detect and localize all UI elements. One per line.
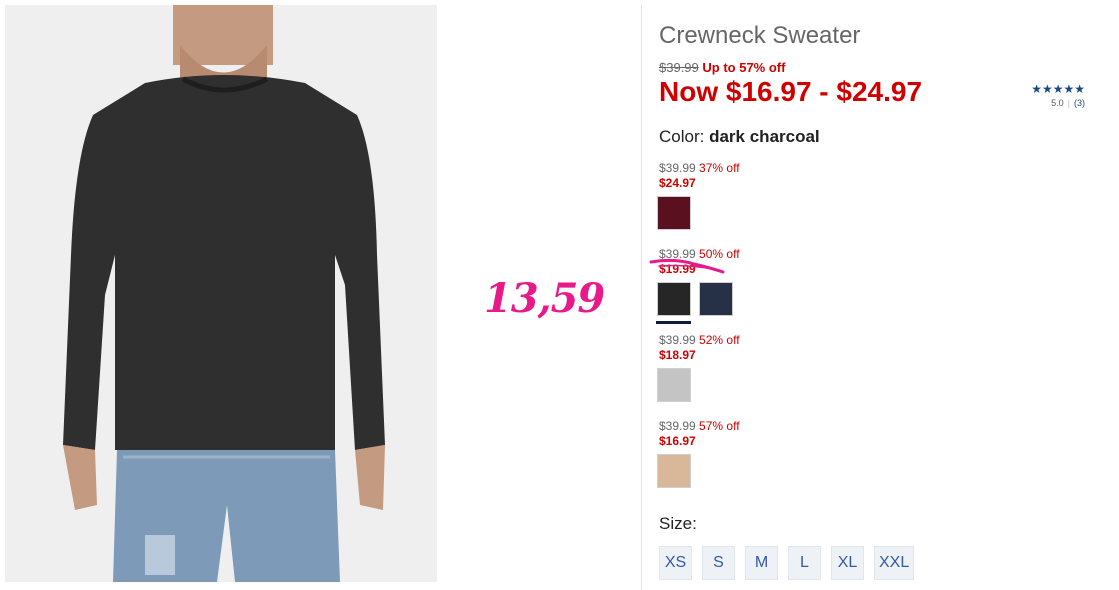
rating-separator: | [1067, 98, 1070, 108]
product-info-panel: Crewneck Sweater $39.99 Up to 57% off No… [649, 0, 1109, 590]
rating-stars: ★★★★★ [1031, 82, 1085, 96]
size-label: Size: [659, 514, 697, 533]
panel-divider [641, 5, 642, 590]
rating-score: 5.0 [1051, 98, 1064, 108]
color-label: Color: [659, 127, 705, 146]
size-xl-button[interactable]: XL [831, 546, 864, 580]
swatch-camel[interactable] [657, 454, 691, 488]
rating[interactable]: ★★★★★ 5.0 | (3) [1031, 82, 1085, 108]
percent-off: 37% off [699, 161, 740, 175]
percent-off: 52% off [699, 333, 740, 347]
size-l-button[interactable]: L [788, 546, 821, 580]
selected-color: Color: dark charcoal [659, 127, 820, 147]
size-m-button[interactable]: M [745, 546, 778, 580]
list-price: $39.99 [659, 60, 699, 75]
swatch-navy[interactable] [699, 282, 733, 316]
swatch-light-grey[interactable] [657, 368, 691, 402]
product-image [5, 5, 437, 582]
original-price: $39.99 [659, 419, 696, 433]
handwritten-price-annotation: 13,59 [484, 275, 605, 322]
sale-price: $16.97 [659, 434, 696, 448]
review-count-link[interactable]: (3) [1074, 98, 1085, 108]
product-title: Crewneck Sweater [659, 22, 861, 49]
size-xs-button[interactable]: XS [659, 546, 692, 580]
selected-swatch-indicator [656, 321, 691, 324]
swatch-dark-charcoal[interactable] [656, 282, 691, 324]
color-value: dark charcoal [709, 127, 820, 146]
size-options: XS S M L XL XXL [659, 546, 915, 580]
percent-off: 57% off [699, 419, 740, 433]
now-price-range: Now $16.97 - $24.97 [659, 76, 923, 107]
original-price: $39.99 [659, 333, 696, 347]
sale-price: $18.97 [659, 348, 696, 362]
discount-summary: Up to 57% off [702, 60, 786, 75]
size-s-button[interactable]: S [702, 546, 735, 580]
price-group-original: $39.99 57% off [659, 419, 740, 433]
original-price: $39.99 [659, 161, 696, 175]
price-group-original: $39.99 52% off [659, 333, 740, 347]
size-xxl-button[interactable]: XXL [874, 546, 915, 580]
rating-meta: 5.0 | (3) [1031, 98, 1085, 108]
sale-price: $24.97 [659, 176, 696, 190]
price-summary: $39.99 Up to 57% off [659, 60, 785, 75]
swatch-burgundy[interactable] [657, 196, 691, 230]
price-group-original: $39.99 37% off [659, 161, 740, 175]
scribble-strikethrough [649, 258, 725, 274]
